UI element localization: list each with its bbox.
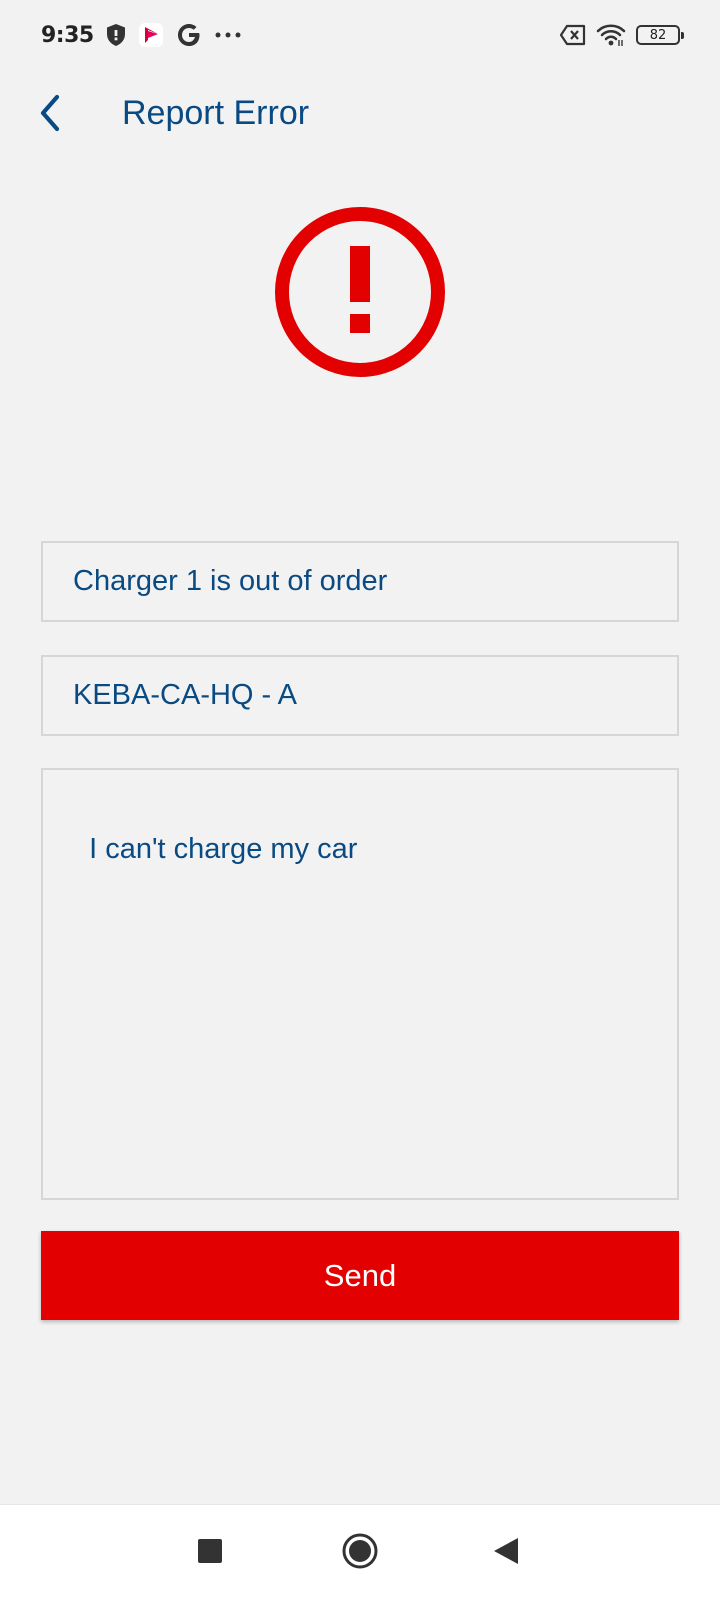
chevron-left-icon <box>35 93 65 138</box>
status-bar-left: 9:35 <box>41 18 242 52</box>
wifi-icon <box>596 23 626 47</box>
page-title: Report Error <box>122 94 310 132</box>
system-back-button[interactable] <box>480 1527 532 1579</box>
recents-button[interactable] <box>184 1527 236 1579</box>
subject-field[interactable]: Charger 1 is out of order <box>41 541 679 622</box>
status-bar-right: 82 <box>560 18 684 52</box>
send-button[interactable]: Send <box>41 1231 679 1320</box>
no-sim-icon <box>560 24 586 46</box>
charger-field-value: KEBA-CA-HQ - A <box>73 679 297 711</box>
back-triangle-icon <box>492 1536 520 1571</box>
home-button[interactable] <box>334 1527 386 1579</box>
subject-field-value: Charger 1 is out of order <box>73 565 388 597</box>
app-notification-icon <box>138 22 164 48</box>
description-field[interactable]: I can't charge my car <box>41 768 679 1200</box>
google-icon <box>176 22 202 48</box>
recents-square-icon <box>197 1538 223 1569</box>
status-time: 9:35 <box>41 22 94 48</box>
description-field-value: I can't charge my car <box>89 833 358 865</box>
status-bar: 9:35 82 <box>0 0 720 70</box>
navigation-bar <box>0 1504 720 1601</box>
alert-circle-icon <box>274 206 446 378</box>
shield-icon <box>106 23 126 47</box>
more-dots-icon <box>214 31 242 39</box>
battery-icon: 82 <box>636 25 684 45</box>
charger-field[interactable]: KEBA-CA-HQ - A <box>41 655 679 736</box>
app-bar: Report Error <box>0 75 720 155</box>
back-button[interactable] <box>22 87 78 143</box>
battery-level: 82 <box>649 27 667 43</box>
home-circle-icon <box>341 1532 379 1575</box>
send-button-label: Send <box>323 1257 397 1293</box>
